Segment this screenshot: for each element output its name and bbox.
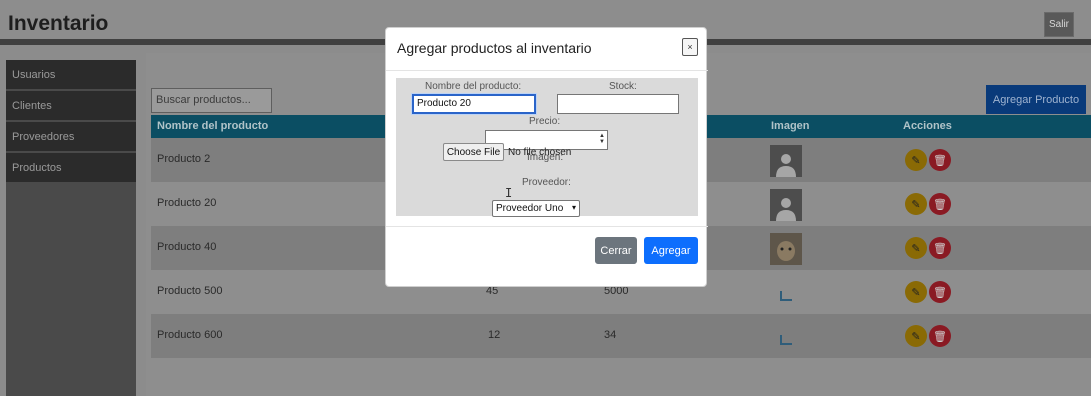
column-header-actions: Acciones <box>903 120 952 132</box>
sidebar-item-proveedores[interactable]: Proveedores <box>6 122 136 153</box>
price-label: Precio: <box>529 116 561 127</box>
product-photo <box>770 233 802 265</box>
add-product-button[interactable]: Agregar Producto <box>986 85 1086 114</box>
product-name: Producto 500 <box>157 285 223 297</box>
pencil-icon: ✎ <box>911 198 921 211</box>
supplier-select[interactable]: Proveedor Uno ▾ <box>492 200 580 217</box>
column-header-name: Nombre del producto <box>157 120 269 132</box>
close-icon: × <box>687 42 693 52</box>
text-cursor-icon: I <box>505 186 513 200</box>
table-row: Producto 600 12 34 ✎ 🗑 <box>151 314 1091 358</box>
sidebar: Usuarios Clientes Proveedores Productos <box>6 60 136 396</box>
delete-button[interactable]: 🗑 <box>929 281 951 303</box>
app-brand: Inventario <box>8 12 109 35</box>
product-image-placeholder <box>770 145 802 177</box>
product-price: 34 <box>604 329 617 341</box>
sidebar-item-productos[interactable]: Productos <box>6 153 136 184</box>
pencil-icon: ✎ <box>911 330 921 343</box>
close-button[interactable]: × <box>682 38 698 56</box>
delete-button[interactable]: 🗑 <box>929 149 951 171</box>
product-name: Producto 40 <box>157 241 217 253</box>
divider <box>386 226 708 227</box>
trash-icon: 🗑 <box>933 242 947 255</box>
trash-icon: 🗑 <box>933 286 947 299</box>
edit-button[interactable]: ✎ <box>905 193 927 215</box>
logout-button[interactable]: Salir <box>1044 12 1074 37</box>
chevron-down-icon: ▾ <box>571 203 576 212</box>
product-name: Producto 20 <box>157 197 217 209</box>
product-name-field[interactable]: Producto 20 <box>412 94 536 114</box>
product-name: Producto 600 <box>157 329 223 341</box>
file-status: No file chosen <box>508 147 572 158</box>
supplier-selected: Proveedor Uno <box>496 203 564 214</box>
broken-image-icon <box>776 283 796 301</box>
name-label: Nombre del producto: <box>425 81 522 92</box>
delete-button[interactable]: 🗑 <box>929 193 951 215</box>
delete-button[interactable]: 🗑 <box>929 237 951 259</box>
edit-button[interactable]: ✎ <box>905 149 927 171</box>
stock-field[interactable] <box>557 94 679 114</box>
choose-file-button[interactable]: Choose File <box>443 143 504 161</box>
sidebar-item-usuarios[interactable]: Usuarios <box>6 60 136 91</box>
modal-title: Agregar productos al inventario <box>397 40 592 56</box>
broken-image-icon <box>776 327 796 345</box>
edit-button[interactable]: ✎ <box>905 237 927 259</box>
supplier-label: Proveedor: <box>522 177 571 188</box>
submit-button[interactable]: Agregar <box>644 237 698 264</box>
product-stock: 12 <box>488 329 501 341</box>
column-header-image: Imagen <box>771 120 810 132</box>
search-input[interactable]: Buscar productos... <box>151 88 272 113</box>
divider <box>386 70 708 71</box>
sidebar-item-clientes[interactable]: Clientes <box>6 91 136 122</box>
pencil-icon: ✎ <box>911 154 921 167</box>
stock-label: Stock: <box>609 81 637 92</box>
edit-button[interactable]: ✎ <box>905 281 927 303</box>
trash-icon: 🗑 <box>933 330 947 343</box>
product-name: Producto 2 <box>157 153 211 165</box>
product-image-placeholder <box>770 189 802 221</box>
cancel-button[interactable]: Cerrar <box>595 237 637 264</box>
stepper-arrows-icon[interactable]: ▲ ▼ <box>599 133 605 145</box>
add-product-modal: Agregar productos al inventario × Nombre… <box>385 27 708 287</box>
delete-button[interactable]: 🗑 <box>929 325 951 347</box>
pencil-icon: ✎ <box>911 286 921 299</box>
edit-button[interactable]: ✎ <box>905 325 927 347</box>
trash-icon: 🗑 <box>933 198 947 211</box>
trash-icon: 🗑 <box>933 154 947 167</box>
pencil-icon: ✎ <box>911 242 921 255</box>
